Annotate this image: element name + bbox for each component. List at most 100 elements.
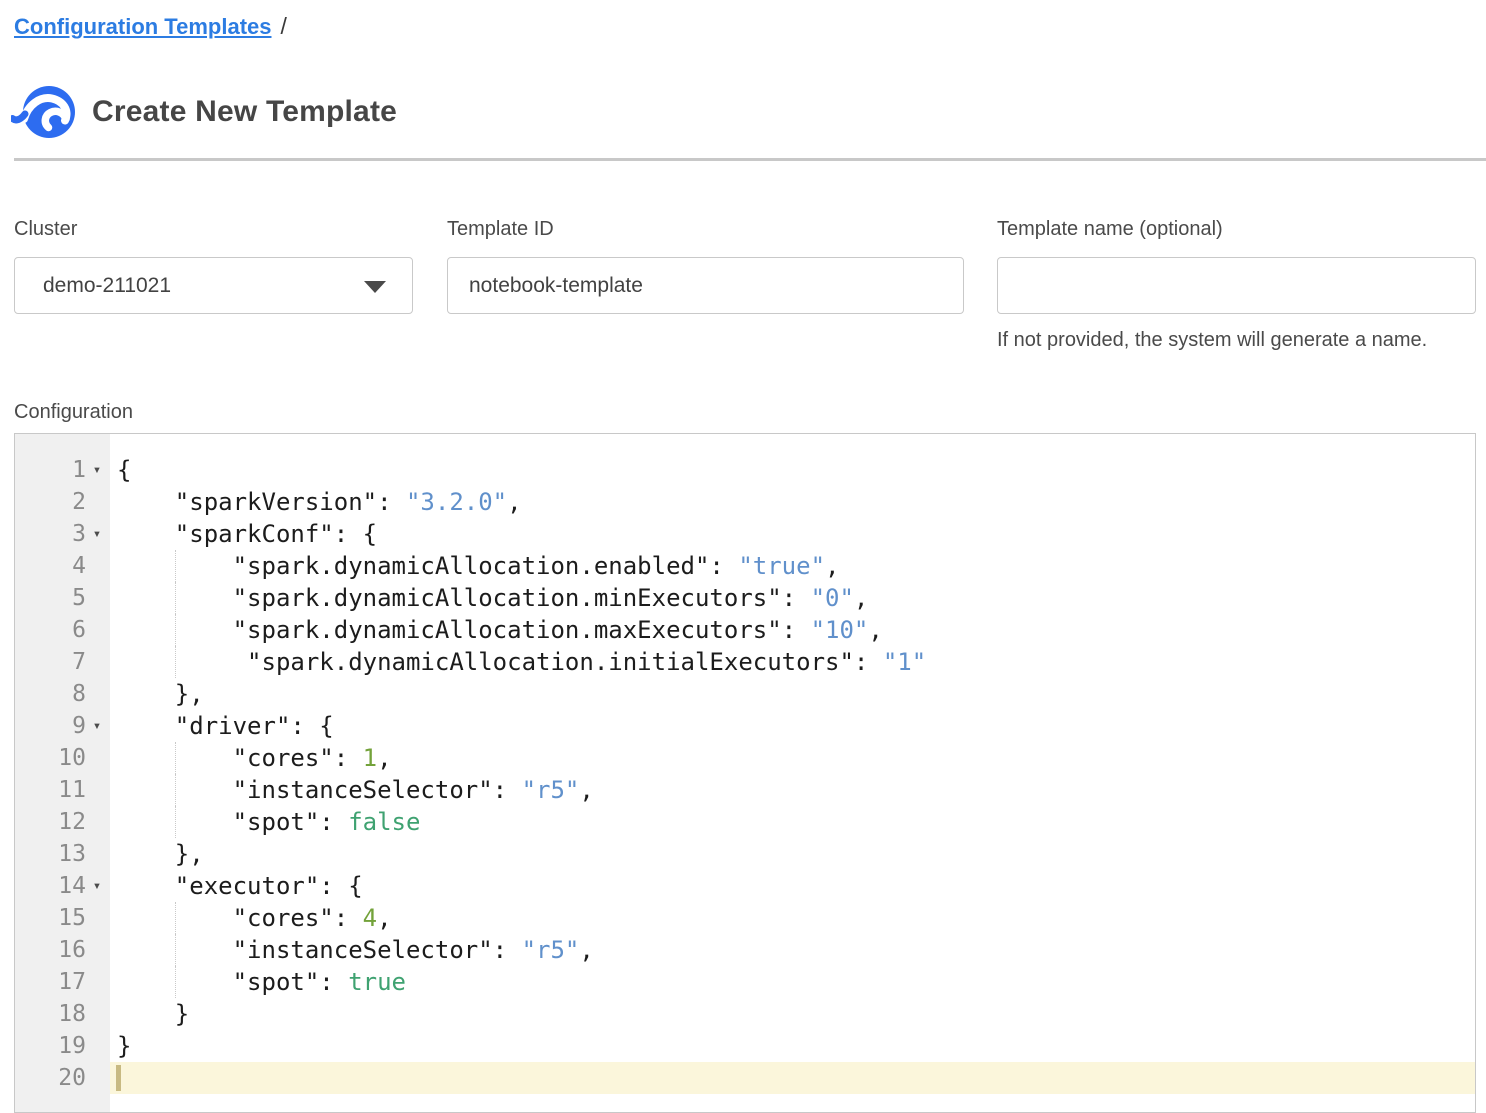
code-token: true	[348, 968, 406, 996]
fold-arrow-icon[interactable]: ▾	[86, 454, 108, 486]
code-line-text[interactable]: "instanceSelector": "r5",	[110, 774, 1475, 806]
indent-guide	[175, 902, 176, 934]
code-token: ,	[825, 552, 839, 580]
code-token: "spark.dynamicAllocation.enabled":	[117, 552, 738, 580]
code-token: ,	[377, 904, 391, 932]
line-gutter: 5	[15, 582, 110, 614]
line-number: 3	[72, 521, 86, 547]
breadcrumb-separator: /	[281, 13, 287, 39]
code-line-text[interactable]: "spark.dynamicAllocation.maxExecutors": …	[110, 614, 1475, 646]
line-number: 9	[72, 713, 86, 739]
code-token: "true"	[738, 552, 825, 580]
code-line: 11 "instanceSelector": "r5",	[15, 774, 1475, 806]
code-line: 2 "sparkVersion": "3.2.0",	[15, 486, 1475, 518]
code-line-text[interactable]: {	[110, 454, 1475, 486]
code-token: 4	[363, 904, 377, 932]
code-line: 19}	[15, 1030, 1475, 1062]
code-line-text[interactable]: "executor": {	[110, 870, 1475, 902]
fold-arrow-icon[interactable]: ▾	[86, 710, 108, 742]
line-gutter: 12	[15, 806, 110, 838]
code-line: 7 "spark.dynamicAllocation.initialExecut…	[15, 646, 1475, 678]
line-number: 2	[72, 489, 86, 515]
line-number: 8	[72, 681, 86, 707]
code-line-text[interactable]: "instanceSelector": "r5",	[110, 934, 1475, 966]
code-line-text[interactable]: "spark.dynamicAllocation.initialExecutor…	[110, 646, 1475, 678]
code-line: 13 },	[15, 838, 1475, 870]
code-line: 4 "spark.dynamicAllocation.enabled": "tr…	[15, 550, 1475, 582]
indent-guide	[175, 806, 176, 838]
indent-guide	[175, 550, 176, 582]
template-id-input[interactable]	[447, 257, 964, 314]
code-line-text[interactable]: "cores": 1,	[110, 742, 1475, 774]
indent-guide	[175, 614, 176, 646]
line-number: 5	[72, 585, 86, 611]
code-token: "executor": {	[117, 872, 363, 900]
code-line: 12 "spot": false	[15, 806, 1475, 838]
code-line-text[interactable]: },	[110, 678, 1475, 710]
code-token: 1	[363, 744, 377, 772]
code-token: "sparkConf": {	[117, 520, 377, 548]
code-line-text[interactable]: "driver": {	[110, 710, 1475, 742]
code-token: "3.2.0"	[406, 488, 507, 516]
indent-guide	[175, 774, 176, 806]
line-gutter: 4	[15, 550, 110, 582]
line-gutter: 2	[15, 486, 110, 518]
line-number: 17	[58, 969, 86, 995]
ocean-wave-logo-icon	[11, 82, 77, 142]
line-number: 18	[58, 1001, 86, 1027]
code-line: 17 "spot": true	[15, 966, 1475, 998]
line-number: 14	[58, 873, 86, 899]
code-line-text[interactable]: "spark.dynamicAllocation.enabled": "true…	[110, 550, 1475, 582]
code-line: 15 "cores": 4,	[15, 902, 1475, 934]
breadcrumb-link-configuration-templates[interactable]: Configuration Templates	[14, 14, 272, 39]
line-number: 19	[58, 1033, 86, 1059]
line-gutter: 9▾	[15, 710, 110, 742]
code-token: "r5"	[522, 776, 580, 804]
code-line-text[interactable]: "spot": false	[110, 806, 1475, 838]
page-title: Create New Template	[92, 95, 397, 129]
code-line-text[interactable]: "spark.dynamicAllocation.minExecutors": …	[110, 582, 1475, 614]
code-line-text-active[interactable]	[110, 1062, 1475, 1094]
code-line-text[interactable]: "spot": true	[110, 966, 1475, 998]
template-name-label: Template name (optional)	[997, 218, 1476, 241]
code-line-text[interactable]: }	[110, 1030, 1475, 1062]
fold-arrow-icon[interactable]: ▾	[86, 870, 108, 902]
line-gutter: 13	[15, 838, 110, 870]
template-name-input[interactable]	[997, 257, 1476, 314]
line-gutter: 6	[15, 614, 110, 646]
code-line-text[interactable]: }	[110, 998, 1475, 1030]
line-gutter: 17	[15, 966, 110, 998]
indent-guide	[175, 646, 176, 678]
code-token: "spot":	[117, 808, 348, 836]
cluster-select[interactable]: demo-211021	[14, 257, 413, 314]
code-token: ,	[579, 776, 593, 804]
template-id-field: Template ID	[447, 218, 964, 314]
code-line: 5 "spark.dynamicAllocation.minExecutors"…	[15, 582, 1475, 614]
text-cursor	[116, 1065, 121, 1091]
line-number: 1	[72, 457, 86, 483]
cluster-label: Cluster	[14, 218, 413, 241]
configuration-label: Configuration	[14, 401, 133, 424]
line-gutter: 7	[15, 646, 110, 678]
code-line-text[interactable]: "sparkConf": {	[110, 518, 1475, 550]
code-line-text[interactable]: "sparkVersion": "3.2.0",	[110, 486, 1475, 518]
code-token: "spark.dynamicAllocation.minExecutors":	[117, 584, 811, 612]
fold-arrow-icon[interactable]: ▾	[86, 518, 108, 550]
code-token: ,	[377, 744, 391, 772]
configuration-code-editor[interactable]: 1▾{2 "sparkVersion": "3.2.0",3▾ "sparkCo…	[14, 433, 1476, 1113]
code-line-text[interactable]: },	[110, 838, 1475, 870]
header-divider	[14, 158, 1486, 161]
code-token: "0"	[811, 584, 854, 612]
line-gutter: 1▾	[15, 454, 110, 486]
line-number: 16	[58, 937, 86, 963]
line-gutter: 11	[15, 774, 110, 806]
code-line-text[interactable]: "cores": 4,	[110, 902, 1475, 934]
line-gutter: 19	[15, 1030, 110, 1062]
code-token: "cores":	[117, 744, 363, 772]
code-line: 9▾ "driver": {	[15, 710, 1475, 742]
cluster-selected-value: demo-211021	[43, 274, 171, 298]
code-line: 20	[15, 1062, 1475, 1094]
code-token: "spark.dynamicAllocation.maxExecutors":	[117, 616, 811, 644]
line-gutter: 18	[15, 998, 110, 1030]
code-line: 16 "instanceSelector": "r5",	[15, 934, 1475, 966]
